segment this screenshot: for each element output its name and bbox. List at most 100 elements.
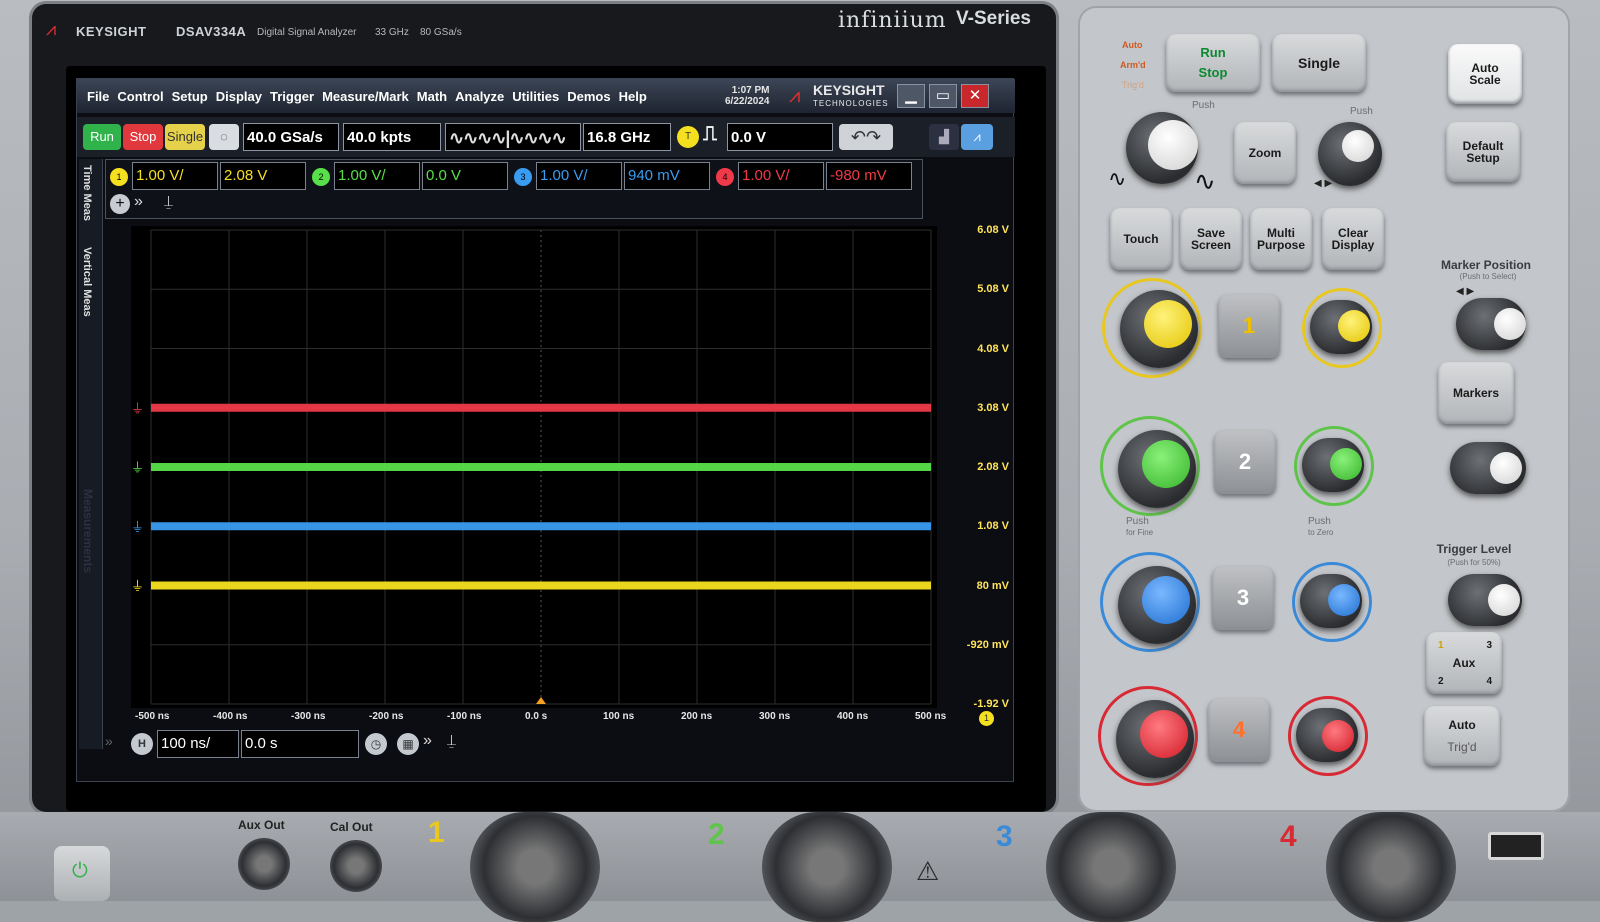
channel-1-scale-knob[interactable] [1120, 290, 1198, 368]
rising-edge-icon: ⎍ [703, 123, 717, 145]
channel-4-scale-knob[interactable] [1116, 700, 1194, 778]
tab-vertical-meas[interactable]: Vertical Meas [81, 247, 93, 317]
channel-4-key[interactable]: 4 [1208, 698, 1270, 762]
restore-icon[interactable]: ▭ [929, 84, 957, 108]
trigger-level-field[interactable]: 0.0 V [727, 123, 833, 151]
channel-3-scale[interactable]: 1.00 V/ [536, 162, 622, 190]
run-stop-key[interactable]: Run Stop [1166, 34, 1260, 92]
auto-trigd-key[interactable]: Auto Trig'd [1424, 706, 1500, 766]
memory-depth-field[interactable]: 40.0 kpts [343, 123, 441, 151]
channel-1-offset-knob[interactable] [1310, 300, 1372, 354]
horizontal-position-knob[interactable] [1318, 122, 1382, 186]
autoscale-icon[interactable]: ◌ [209, 124, 239, 150]
channel-2-key[interactable]: 2 [1214, 430, 1276, 494]
channel-4-scale[interactable]: 1.00 V/ [738, 162, 824, 190]
channel-4-badge[interactable]: 4 [716, 168, 734, 186]
menu-utilities[interactable]: Utilities [512, 89, 559, 104]
stop-button[interactable]: Stop [123, 124, 163, 150]
marker-knob[interactable] [1450, 442, 1526, 494]
channel-1-offset[interactable]: 2.08 V [220, 162, 306, 190]
power-icon: ⏻ [72, 860, 88, 882]
tab-time-meas[interactable]: Time Meas [81, 165, 93, 221]
menu-analyze[interactable]: Analyze [455, 89, 504, 104]
channel-4-ground-marker-icon[interactable]: ⏚ [131, 402, 144, 417]
horizontal-badge[interactable]: H [131, 733, 153, 755]
channel-2-offset[interactable]: 0.0 V [422, 162, 508, 190]
menu-control[interactable]: Control [117, 89, 163, 104]
menu-demos[interactable]: Demos [567, 89, 610, 104]
channel-3-scale-knob[interactable] [1118, 566, 1196, 644]
undo-redo-icon[interactable]: ↶↷ [839, 124, 893, 150]
channel-2-scale[interactable]: 1.00 V/ [334, 162, 420, 190]
channel-1-ground-marker-icon[interactable]: ⏚ [131, 580, 144, 595]
markers-key[interactable]: Markers [1438, 362, 1514, 424]
menu-math[interactable]: Math [417, 89, 447, 104]
channel-3-offset[interactable]: 940 mV [624, 162, 710, 190]
bandwidth-field[interactable]: 16.8 GHz [583, 123, 671, 151]
x-axis-channel-badge[interactable]: 1 [979, 711, 994, 726]
usb-port[interactable] [1488, 832, 1544, 860]
marker-position-knob[interactable] [1456, 298, 1526, 350]
input-3-connector[interactable] [1046, 812, 1176, 922]
channel-2-offset-knob[interactable] [1302, 438, 1364, 492]
acquisition-waveform-icon[interactable]: ∿∿∿∿|∿∿∿∿ [445, 123, 581, 151]
pin-icon[interactable]: ⍊ [447, 732, 456, 749]
menu-help[interactable]: Help [619, 89, 647, 104]
input-1-connector[interactable] [470, 812, 600, 922]
auto-scale-key[interactable]: Auto Scale [1448, 44, 1522, 104]
expand-icon[interactable]: » [423, 732, 432, 750]
channel-4-offset[interactable]: -980 mV [826, 162, 912, 190]
menu-display[interactable]: Display [216, 89, 262, 104]
close-icon[interactable]: ✕ [961, 84, 989, 108]
horizontal-scale-knob[interactable] [1126, 112, 1198, 184]
channel-4-offset-knob[interactable] [1296, 708, 1358, 762]
zoom-key[interactable]: Zoom [1234, 122, 1296, 184]
channel-3-key[interactable]: 3 [1212, 566, 1274, 630]
add-icon[interactable]: + [110, 194, 130, 214]
input-2-connector[interactable] [762, 812, 892, 922]
channel-1-badge[interactable]: 1 [110, 168, 128, 186]
channel-2-badge[interactable]: 2 [312, 168, 330, 186]
pin-icon[interactable]: ⍊ [164, 193, 173, 210]
trigger-source-badge[interactable]: T [677, 126, 699, 148]
run-button[interactable]: Run [83, 124, 121, 150]
menu-file[interactable]: File [87, 89, 109, 104]
menu-setup[interactable]: Setup [172, 89, 208, 104]
zoom-waveform-icon[interactable]: ⩘ [961, 124, 993, 150]
single-key[interactable]: Single [1272, 34, 1366, 92]
channel-2-scale-knob[interactable] [1118, 430, 1196, 508]
timebase-delay[interactable]: 0.0 s [241, 730, 359, 758]
clear-display-key[interactable]: Clear Display [1322, 208, 1384, 270]
sample-rate-field[interactable]: 40.0 GSa/s [243, 123, 339, 151]
menu-trigger[interactable]: Trigger [270, 89, 314, 104]
aux-out-connector[interactable] [238, 838, 290, 890]
channel-3-badge[interactable]: 3 [514, 168, 532, 186]
single-button[interactable]: Single [165, 124, 205, 150]
expand-icon[interactable]: » [134, 193, 143, 211]
waveform-display[interactable]: ⏚ ⏚ ⏚ ⏚ [131, 226, 937, 708]
channel-2-ground-marker-icon[interactable]: ⏚ [131, 461, 144, 476]
tab-measurements[interactable]: Measurements [81, 489, 95, 573]
minimize-icon[interactable]: ▁ [897, 84, 925, 108]
touch-key[interactable]: Touch [1110, 208, 1172, 270]
save-screen-key[interactable]: Save Screen [1180, 208, 1242, 270]
multi-purpose-key[interactable]: Multi Purpose [1250, 208, 1312, 270]
input-4-connector[interactable] [1326, 812, 1456, 922]
trigger-position-marker[interactable] [536, 697, 546, 704]
channel-1-scale[interactable]: 1.00 V/ [132, 162, 218, 190]
channel-3-ground-marker-icon[interactable]: ⏚ [131, 520, 144, 535]
timebase-scale[interactable]: 100 ns/ [157, 730, 239, 758]
series-label: V-Series [956, 8, 1031, 29]
dock-icon[interactable]: ▟ [929, 124, 959, 150]
clock-icon[interactable]: ◷ [365, 733, 387, 755]
channel-3-offset-knob[interactable] [1300, 574, 1362, 628]
channel-1-key[interactable]: 1 [1218, 294, 1280, 358]
power-button[interactable]: ⏻ [54, 846, 110, 901]
trigger-level-knob[interactable] [1448, 574, 1522, 626]
collapse-icon[interactable]: » [105, 733, 113, 749]
aux-trigger-key[interactable]: 1 3 Aux 2 4 [1426, 632, 1502, 694]
menu-measure-mark[interactable]: Measure/Mark [322, 89, 409, 104]
cal-out-connector[interactable] [330, 840, 382, 892]
default-setup-key[interactable]: Default Setup [1446, 122, 1520, 182]
grid-icon[interactable]: ▦ [397, 733, 419, 755]
